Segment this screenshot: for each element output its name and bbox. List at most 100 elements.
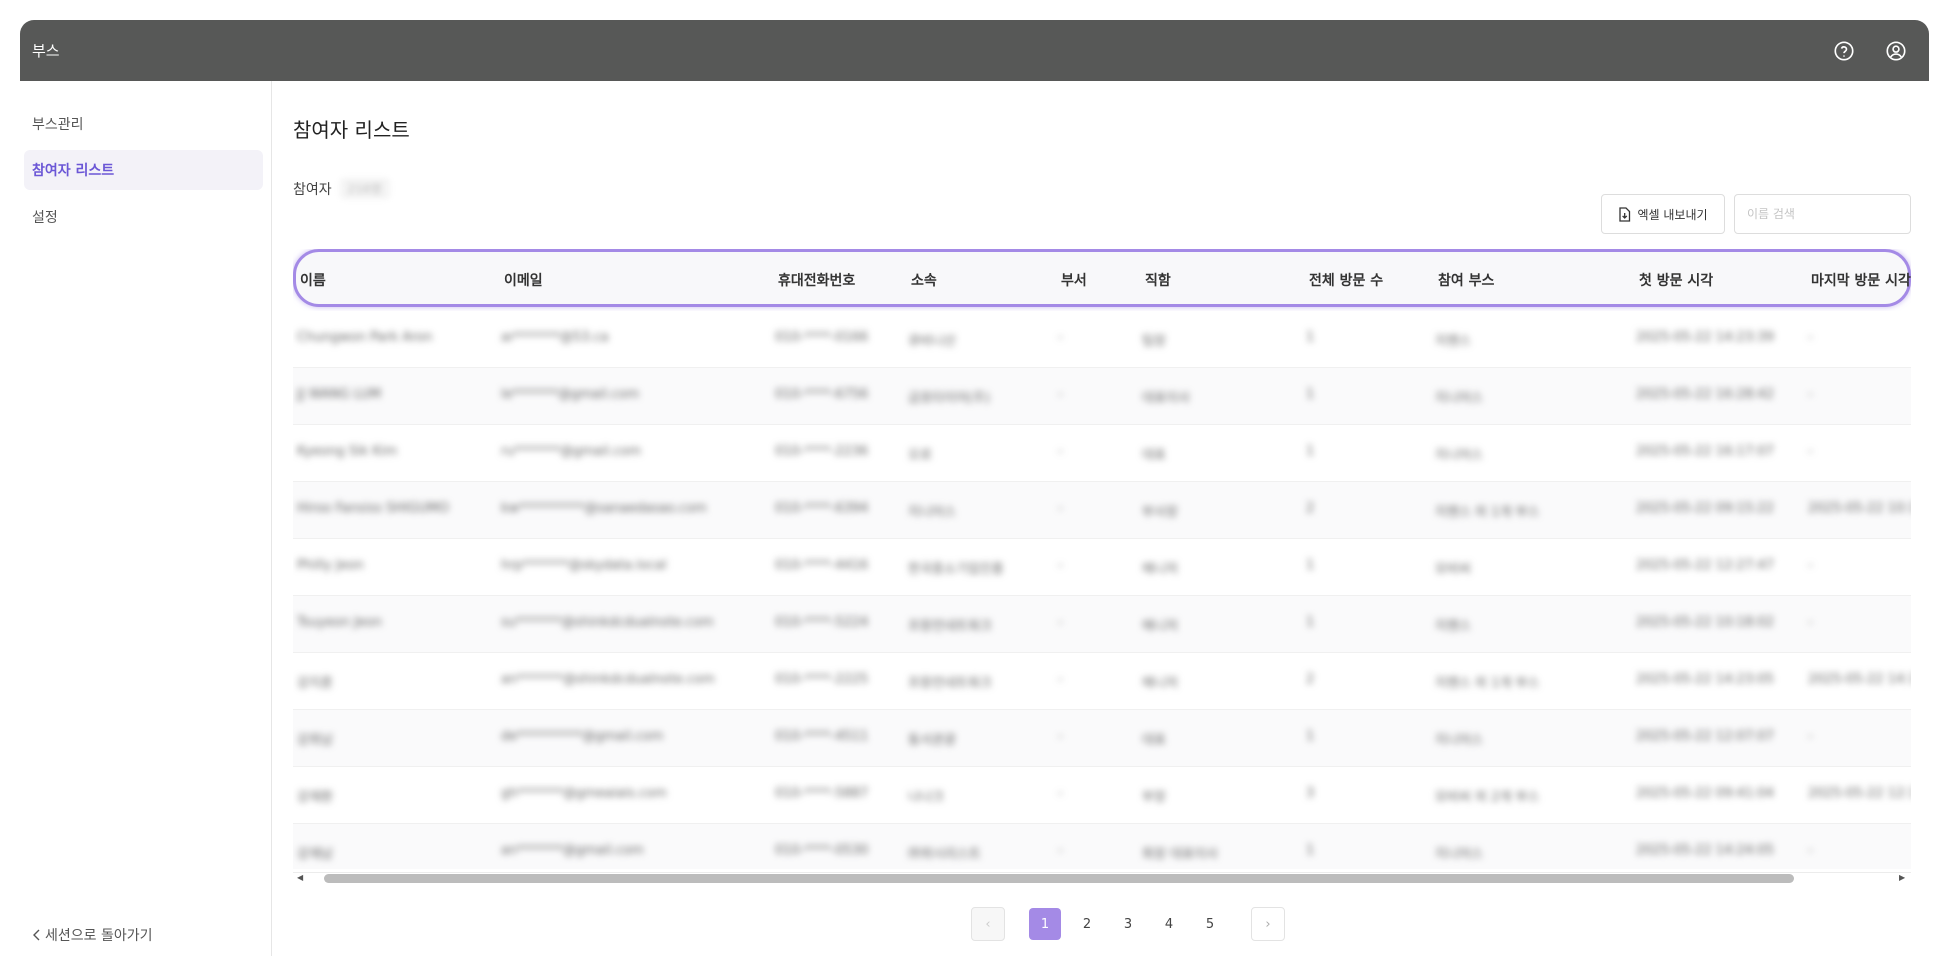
cell-department: -: [1058, 444, 1063, 459]
cell-name: Philly Jeon: [297, 558, 364, 573]
app-window: 부스 부스관리 참여자 리스트 설정 세션으로 돌아가기 참여자 리스트 참여자…: [20, 20, 1929, 956]
page-button-4[interactable]: 4: [1152, 907, 1186, 941]
table-row[interactable]: Kyeong Sik Kim ru*******@gmail.com 010-***…: [293, 425, 1911, 482]
column-header-position[interactable]: 직함: [1145, 270, 1171, 290]
page-title: 참여자 리스트: [293, 118, 410, 142]
scroll-right-icon[interactable]: ▶: [1899, 873, 1905, 882]
cell-affiliation: 동서관광: [908, 733, 956, 748]
help-icon[interactable]: [1829, 36, 1859, 66]
sidebar-item-booth-management[interactable]: 부스관리: [24, 104, 263, 144]
column-header-department[interactable]: 부서: [1061, 270, 1087, 290]
cell-total-visits: 3: [1306, 786, 1315, 801]
cell-total-visits: 1: [1306, 843, 1315, 858]
column-header-phone[interactable]: 휴대전화번호: [778, 270, 855, 290]
table-row[interactable]: 강재남 an*******@gmail.com 010-****-0530 ㈜위시리스…: [293, 824, 1911, 869]
cell-phone: 010-****-4416: [775, 558, 869, 573]
cell-email: an*******@gmail.com: [501, 843, 644, 858]
table-row[interactable]: Hiroo Fansiss SHIGUMO kw**********@sanaed…: [293, 482, 1911, 539]
table-row[interactable]: 강희남 de**********@gmail.com 010-****-4511 동서…: [293, 710, 1911, 767]
prev-page-button[interactable]: ‹: [971, 907, 1005, 941]
cell-total-visits: 2: [1306, 672, 1315, 687]
table-row[interactable]: Chungwon Park Aron ar*******@53.ca 010-***…: [293, 311, 1911, 368]
cell-phone: 010-****-5887: [775, 786, 869, 801]
page-button-3[interactable]: 3: [1111, 907, 1145, 941]
scrollbar-thumb[interactable]: [324, 874, 1794, 883]
table-row[interactable]: JJ WANG LUM le*******@gmail.com 010-****-6…: [293, 368, 1911, 425]
participant-summary: 참여자 216명: [293, 178, 390, 199]
participant-count: 216명: [339, 178, 390, 199]
sidebar: 부스관리 참여자 리스트 설정 세션으로 돌아가기: [20, 81, 272, 956]
cell-last-visit: 2025-05-22 14:16:41: [1808, 672, 1911, 687]
cell-phone: 010-****-4511: [775, 729, 869, 744]
cell-position: 대표: [1142, 448, 1166, 463]
cell-last-visit: -: [1808, 729, 1813, 744]
column-header-booths[interactable]: 참여 부스: [1438, 270, 1494, 290]
excel-export-button[interactable]: 엑셀 내보내기: [1601, 194, 1725, 234]
cell-booths: 지니어스: [1435, 448, 1483, 463]
cell-first-visit: 2025-05-22 09:15:22: [1636, 501, 1775, 516]
cell-email: de**********@gmail.com: [501, 729, 664, 744]
cell-phone: 010-****-5224: [775, 615, 869, 630]
cell-position: 회장 대표이사: [1142, 847, 1218, 862]
next-page-button[interactable]: ›: [1251, 907, 1285, 941]
top-bar: 부스: [20, 20, 1929, 81]
cell-name: Kyeong Sik Kim: [297, 444, 398, 459]
table-row[interactable]: Philly Jeon hrp*******@skydata.local 010-*…: [293, 539, 1911, 596]
cell-position: 부장: [1142, 790, 1166, 805]
cell-booths: 지멘스 외 1개 부스: [1435, 505, 1540, 520]
cell-department: -: [1058, 843, 1063, 858]
sidebar-item-participant-list[interactable]: 참여자 리스트: [24, 150, 263, 190]
cell-first-visit: 2025-05-22 16:17:07: [1636, 444, 1775, 459]
scroll-left-icon[interactable]: ◀: [297, 873, 303, 882]
cell-affiliation: 금호타이어(주): [908, 391, 990, 406]
cell-last-visit: -: [1808, 387, 1813, 402]
cell-affiliation: 큐비니산: [908, 334, 956, 349]
page-button-5[interactable]: 5: [1193, 907, 1227, 941]
column-header-first-visit[interactable]: 첫 방문 시각: [1639, 270, 1713, 290]
table-header: 이름 이메일 휴대전화번호 소속 부서 직함 전체 방문 수 참여 부스 첫 방…: [293, 249, 1911, 307]
column-header-email[interactable]: 이메일: [504, 270, 543, 290]
cell-email: ar*******@53.ca: [501, 330, 609, 345]
column-header-affiliation[interactable]: 소속: [911, 270, 937, 290]
cell-affiliation: ㈜위시리스트: [908, 847, 981, 862]
sidebar-item-settings[interactable]: 설정: [24, 197, 263, 237]
page-button-1[interactable]: 1: [1029, 908, 1061, 940]
name-search-input[interactable]: [1734, 194, 1911, 234]
column-header-total-visits[interactable]: 전체 방문 수: [1309, 270, 1383, 290]
cell-booths: 지멘스: [1435, 334, 1471, 349]
cell-first-visit: 2025-05-22 10:18:02: [1636, 615, 1775, 630]
horizontal-scrollbar[interactable]: ◀ ▶: [293, 872, 1911, 884]
cell-department: -: [1058, 330, 1063, 345]
cell-email: ru*******@gmail.com: [501, 444, 642, 459]
cell-first-visit: 2025-05-22 14:23:39: [1636, 330, 1775, 345]
column-header-last-visit[interactable]: 마지막 방문 시각: [1811, 270, 1911, 290]
column-header-name[interactable]: 이름: [300, 270, 326, 290]
cell-affiliation: 프랑컨네트워크: [908, 676, 992, 691]
cell-first-visit: 2025-05-22 12:27:47: [1636, 558, 1775, 573]
cell-position: 부사장: [1142, 505, 1178, 520]
cell-email: hrp*******@skydata.local: [501, 558, 667, 573]
cell-position: 매니저: [1142, 619, 1178, 634]
table-row[interactable]: 강재환 gh*******@gmeaiais.com 010-****-5887 나나…: [293, 767, 1911, 824]
cell-email: kw**********@sanaedasao.com: [501, 501, 707, 516]
sidebar-item-label: 설정: [32, 210, 58, 226]
page-button-2[interactable]: 2: [1070, 907, 1104, 941]
back-to-session-link[interactable]: 세션으로 돌아가기: [32, 925, 153, 945]
pagination: ‹ 1 2 3 4 5 ›: [273, 907, 1929, 941]
account-icon[interactable]: [1881, 36, 1911, 66]
sidebar-item-label: 부스관리: [32, 117, 84, 133]
cell-department: -: [1058, 501, 1063, 516]
back-label: 세션으로 돌아가기: [45, 928, 153, 944]
cell-name: 강희남: [297, 733, 333, 748]
cell-first-visit: 2025-05-22 09:41:04: [1636, 786, 1775, 801]
summary-label: 참여자: [293, 181, 332, 198]
cell-name: 강지훈: [297, 676, 333, 691]
cell-total-visits: 1: [1306, 330, 1315, 345]
cell-phone: 010-****-0166: [775, 330, 869, 345]
table-row[interactable]: 강지훈 an*******@shinkdcdualnote.com 010-****…: [293, 653, 1911, 710]
cell-position: 매니저: [1142, 562, 1178, 577]
cell-last-visit: -: [1808, 615, 1813, 630]
cell-name: Hiroo Fansiss SHIGUMO: [297, 501, 449, 516]
cell-total-visits: 1: [1306, 615, 1315, 630]
table-row[interactable]: Tsuyeon Jeon su*******@shinkdcdualnote.co…: [293, 596, 1911, 653]
